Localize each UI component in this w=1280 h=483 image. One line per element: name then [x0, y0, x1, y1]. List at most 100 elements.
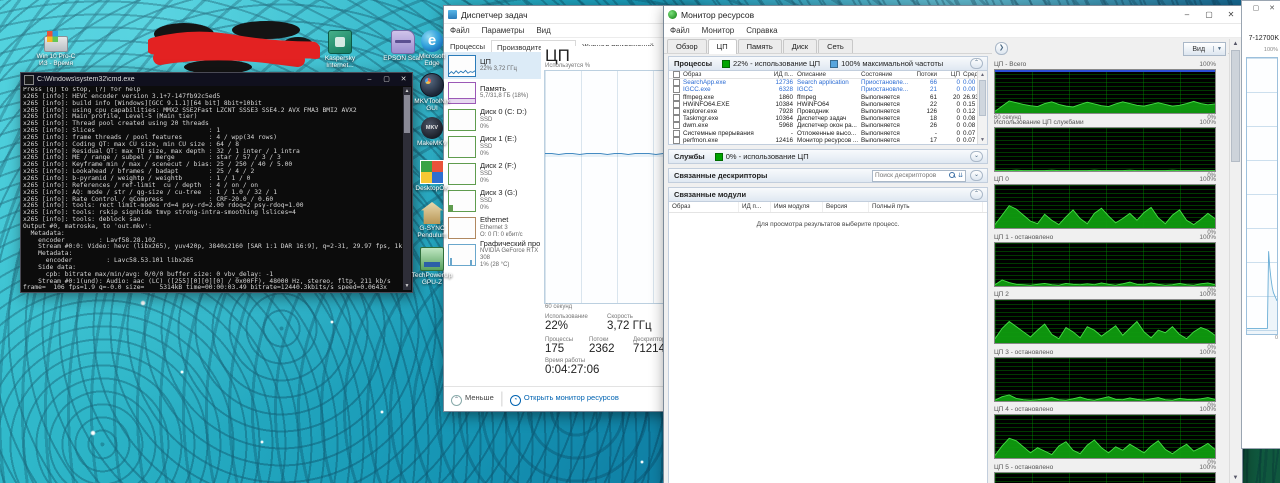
row-checkbox[interactable] [673, 94, 680, 101]
background-window-buttons[interactable]: ▢ ✕ [1253, 4, 1279, 12]
column-header[interactable]: ЦП [940, 71, 963, 78]
process-row[interactable]: svchost.exe1052Хост-процессВыполняется10… [669, 144, 987, 145]
menu-item[interactable]: Файл [664, 26, 696, 35]
desktop-icon-gpuz[interactable]: TechPowerUp GPU-Z [406, 247, 458, 286]
desktop-icon-dok[interactable]: DesktopOK [406, 160, 458, 192]
sidebar-item-Память[interactable]: Память5,7/31,8 ГБ (18%) [444, 79, 541, 106]
row-checkbox[interactable] [673, 86, 680, 93]
sidebar-item-Диск 0 (C: D:)[interactable]: Диск 0 (C: D:)SSD 0% [444, 106, 541, 133]
process-row[interactable]: Taskmgr.exe10364Диспетчер задачВыполняет… [669, 115, 987, 122]
row-checkbox[interactable] [673, 122, 680, 129]
tab-ЦП[interactable]: ЦП [708, 39, 737, 54]
column-header[interactable]: Потоки [911, 71, 940, 78]
cell: 0 [940, 122, 963, 129]
tab-Память[interactable]: Память [738, 39, 782, 53]
expand-chevron-icon[interactable]: ⌄ [970, 170, 983, 181]
sidebar-item-sub: SSD 0% [480, 171, 516, 185]
process-row[interactable]: SearchApp.exe12736Search applicationПрио… [669, 79, 987, 86]
column-header[interactable]: Образ [683, 71, 761, 78]
search-icon[interactable] [949, 172, 956, 179]
background-monitor-window[interactable]: ▢ ✕ 7-12700K 100% 0 [1241, 0, 1280, 449]
cmd-minimize-button[interactable]: – [361, 73, 378, 86]
process-row[interactable]: IGCC.exe6328IGCCПриостановле...2100.00 [669, 86, 987, 93]
column-header[interactable]: Полный путь [869, 202, 983, 212]
tab-Сеть[interactable]: Сеть [818, 39, 853, 53]
view-dropdown-button[interactable]: Вид▼ [1183, 42, 1226, 56]
column-header[interactable]: ИД п... [739, 202, 771, 212]
row-checkbox[interactable] [673, 130, 680, 137]
services-panel-header[interactable]: Службы 0% - использование ЦП ⌄ [668, 149, 988, 164]
collapse-chevron-icon[interactable]: ⌃ [970, 189, 983, 200]
handles-search-box[interactable]: ⇊ [872, 170, 966, 182]
column-header[interactable]: Образ [669, 202, 739, 212]
tab-Обзор[interactable]: Обзор [667, 39, 707, 53]
scroll-up-icon[interactable]: ▲ [1230, 39, 1241, 49]
open-resource-monitor-link[interactable]: ◔Открыть монитор ресурсов [510, 393, 619, 406]
scroll-up-icon[interactable]: ▲ [978, 71, 987, 79]
menu-item[interactable]: Параметры [476, 26, 531, 35]
sidebar-item-Диск 1 (E:)[interactable]: Диск 1 (E:)SSD 0% [444, 133, 541, 160]
resmon-maximize-button[interactable]: ▢ [1198, 6, 1220, 23]
sidebar-item-Ethernet[interactable]: EthernetEthernet 3 О: 0 П: 0 кбит/с [444, 214, 541, 241]
row-checkbox[interactable] [673, 144, 680, 145]
desktop-icon-kasp[interactable]: Kaspersky Internet... [314, 30, 366, 69]
menu-item[interactable]: Монитор [696, 26, 741, 35]
handles-search-input[interactable] [875, 172, 947, 180]
modules-panel-header[interactable]: Связанные модули ⌃ [668, 187, 988, 202]
desktop-icon-mkvt[interactable]: MKVToolNix GUI [406, 73, 458, 112]
row-checkbox[interactable] [673, 115, 680, 122]
taskman-titlebar[interactable]: Диспетчер задач [444, 6, 696, 24]
processes-scrollbar[interactable]: ▲ ▼ [977, 71, 987, 144]
menu-item[interactable]: Справка [740, 26, 783, 35]
collapse-chevron-icon[interactable]: ⌃ [970, 58, 983, 69]
row-checkbox[interactable] [673, 108, 680, 115]
desktop-icon-drive[interactable]: Win 10 Pro-C ИЗ - Время [30, 30, 82, 67]
scroll-thumb[interactable] [1231, 50, 1240, 162]
cmd-maximize-button[interactable]: ▢ [378, 73, 395, 86]
row-checkbox[interactable] [673, 101, 680, 108]
cell: Выполняется [861, 122, 911, 129]
desktop-icon-gsync[interactable]: G-SYNC Pendulum [406, 202, 458, 239]
sidebar-item-Графический про[interactable]: Графический проNVIDIA GeForce RTX 308 1%… [444, 241, 541, 268]
resmon-close-button[interactable]: ✕ [1220, 6, 1242, 23]
resmon-titlebar[interactable]: Монитор ресурсов – ▢ ✕ [664, 6, 1242, 24]
background-cpu-chart [1246, 57, 1278, 335]
cpu-usage-legend-label: 22% - использование ЦП [733, 59, 820, 68]
sidebar-item-name: Диск 1 (E:) [480, 135, 517, 144]
resmon-pane-scrollbar[interactable]: ▲ ▼ [1229, 39, 1241, 483]
process-row[interactable]: HWiNFO64.EXE10384HWiNFO64Выполняется2200… [669, 101, 987, 108]
process-row[interactable]: dwm.exe5968Диспетчер окон ра...Выполняет… [669, 122, 987, 129]
column-header[interactable]: ИД п... [761, 71, 797, 78]
sidebar-item-Диск 2 (F:)[interactable]: Диск 2 (F:)SSD 0% [444, 160, 541, 187]
expand-chevron-icon[interactable]: ⌄ [970, 151, 983, 162]
search-go-icon[interactable]: ⇊ [958, 172, 963, 179]
sidebar-item-sub: SSD 0% [480, 144, 517, 158]
fewer-details-button[interactable]: ⌃Меньше [451, 393, 494, 406]
processes-panel-header[interactable]: Процессы 22% - использование ЦП 100% мак… [668, 56, 988, 71]
column-header[interactable]: Состояние [861, 71, 911, 78]
desktop-icon-edge[interactable]: eMicrosoft Edge [406, 30, 458, 67]
process-row[interactable]: ffmpeg.exe1860ffmpegВыполняется612026.93 [669, 94, 987, 101]
scroll-thumb[interactable] [979, 80, 986, 116]
scroll-down-icon[interactable]: ▼ [1230, 473, 1241, 483]
cmd-titlebar[interactable]: C:\Windows\system32\cmd.exe – ▢ ✕ [21, 73, 412, 86]
scroll-down-icon[interactable]: ▼ [978, 136, 987, 144]
row-checkbox[interactable] [673, 79, 680, 86]
sidebar-item-ЦП[interactable]: ЦП22% 3,72 ГГц [444, 52, 541, 79]
resmon-minimize-button[interactable]: – [1176, 6, 1198, 23]
menu-item[interactable]: Вид [530, 26, 556, 35]
process-row[interactable]: perfmon.exe12416Монитор ресурсов ...Выпо… [669, 137, 987, 144]
desktop-icon-mkv[interactable]: MKVMakeMKV [406, 117, 458, 147]
pane-collapse-icon[interactable]: ❯ [995, 42, 1008, 55]
column-header[interactable]: Имя модуля [771, 202, 823, 212]
column-header[interactable]: Описание [797, 71, 861, 78]
edge-icon: e [421, 30, 443, 52]
handles-panel-header[interactable]: Связанные дескрипторы ⇊ ⌄ [668, 168, 988, 183]
select-all-checkbox[interactable] [673, 71, 680, 78]
row-checkbox[interactable] [673, 137, 680, 144]
process-row[interactable]: explorer.exe7928ПроводникВыполняется1260… [669, 108, 987, 115]
process-row[interactable]: Системные прерывания-Отложенные высо...В… [669, 130, 987, 137]
column-header[interactable]: Версия [823, 202, 869, 212]
sidebar-item-Диск 3 (G:)[interactable]: Диск 3 (G:)SSD 0% [444, 187, 541, 214]
tab-Диск[interactable]: Диск [783, 39, 817, 53]
